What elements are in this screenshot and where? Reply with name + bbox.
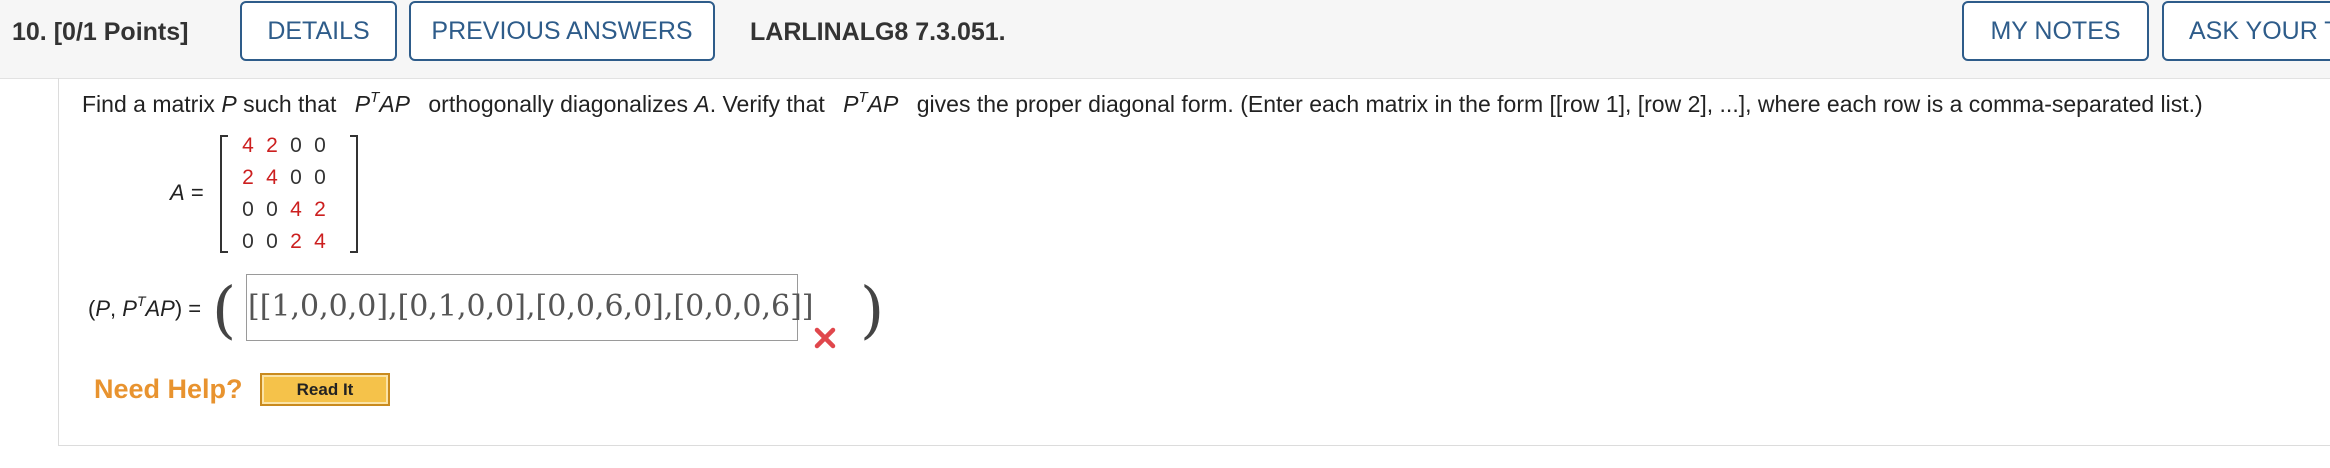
matrix-cell: 4	[242, 134, 254, 157]
matrix-cell: 0	[290, 134, 302, 157]
question-reference: LARLINALG8 7.3.051.	[750, 18, 1006, 46]
matrix-cell: 0	[242, 198, 254, 221]
question-prompt: Find a matrix P such that PTAP orthogona…	[82, 89, 2203, 119]
matrix-a: 4200240000420024	[220, 133, 358, 255]
matrix-cell: 4	[290, 198, 302, 221]
expr-p: P	[843, 91, 859, 117]
label-part: AP	[145, 296, 175, 321]
question-panel	[58, 78, 2330, 446]
my-notes-button[interactable]: MY NOTES	[1962, 1, 2149, 61]
matrix-label: A =	[170, 178, 204, 208]
expr-transpose: T	[858, 89, 868, 106]
matrix-cell: 0	[314, 134, 326, 157]
points-status: [0/1 Points]	[53, 18, 189, 46]
label-part: P	[122, 296, 137, 321]
label-part: T	[136, 293, 146, 309]
matrix-cell: 0	[314, 166, 326, 189]
prompt-text: . Verify that	[709, 91, 825, 117]
equals-sign: =	[190, 180, 204, 205]
incorrect-x-icon	[814, 327, 836, 349]
prompt-text: such that	[243, 91, 337, 117]
right-bracket	[350, 135, 358, 253]
left-bracket	[220, 135, 228, 253]
need-help-label: Need Help?	[94, 374, 243, 404]
matrix-cell: 0	[266, 230, 278, 253]
matrix-cell: 2	[314, 198, 326, 221]
expr-ap: AP	[379, 91, 410, 117]
right-paren: )	[860, 273, 885, 346]
answer-value[interactable]: [[1,0,0,0],[0,1,0,0],[0,0,6,0],[0,0,0,6]…	[248, 281, 813, 333]
label-part: ) =	[174, 296, 202, 321]
matrix-cell: 2	[242, 166, 254, 189]
prompt-text: orthogonally diagonalizes	[428, 91, 688, 117]
answer-label: (P, PTAP) =	[88, 294, 201, 324]
prompt-text: Find a matrix	[82, 91, 215, 117]
left-paren: (	[212, 273, 237, 346]
ask-your-teacher-button[interactable]: ASK YOUR T	[2162, 1, 2330, 61]
question-header: 10. [0/1 Points] DETAILS PREVIOUS ANSWER…	[0, 0, 2330, 79]
matrix-cell: 0	[242, 230, 254, 253]
matrix-cell: 2	[266, 134, 278, 157]
prompt-text: gives the proper diagonal form. (Enter e…	[916, 91, 2203, 117]
question-number-points: 10. [0/1 Points]	[12, 16, 188, 48]
matrix-cell: 4	[266, 166, 278, 189]
var-p: P	[221, 91, 237, 117]
expr-transpose: T	[370, 89, 380, 106]
matrix-var: A	[170, 180, 185, 205]
matrix-cell: 2	[290, 230, 302, 253]
label-part: ,	[110, 296, 123, 321]
read-it-button[interactable]: Read It	[260, 373, 390, 406]
question-number: 10.	[12, 18, 47, 46]
var-a: A	[694, 91, 710, 117]
matrix-cell: 4	[314, 230, 326, 253]
expr-p: P	[354, 91, 371, 117]
expr-ap: AP	[867, 91, 899, 117]
details-button[interactable]: DETAILS	[240, 1, 397, 61]
label-part: P	[95, 296, 111, 321]
matrix-cell: 0	[266, 198, 278, 221]
previous-answers-button[interactable]: PREVIOUS ANSWERS	[409, 1, 715, 61]
matrix-cell: 0	[290, 166, 302, 189]
